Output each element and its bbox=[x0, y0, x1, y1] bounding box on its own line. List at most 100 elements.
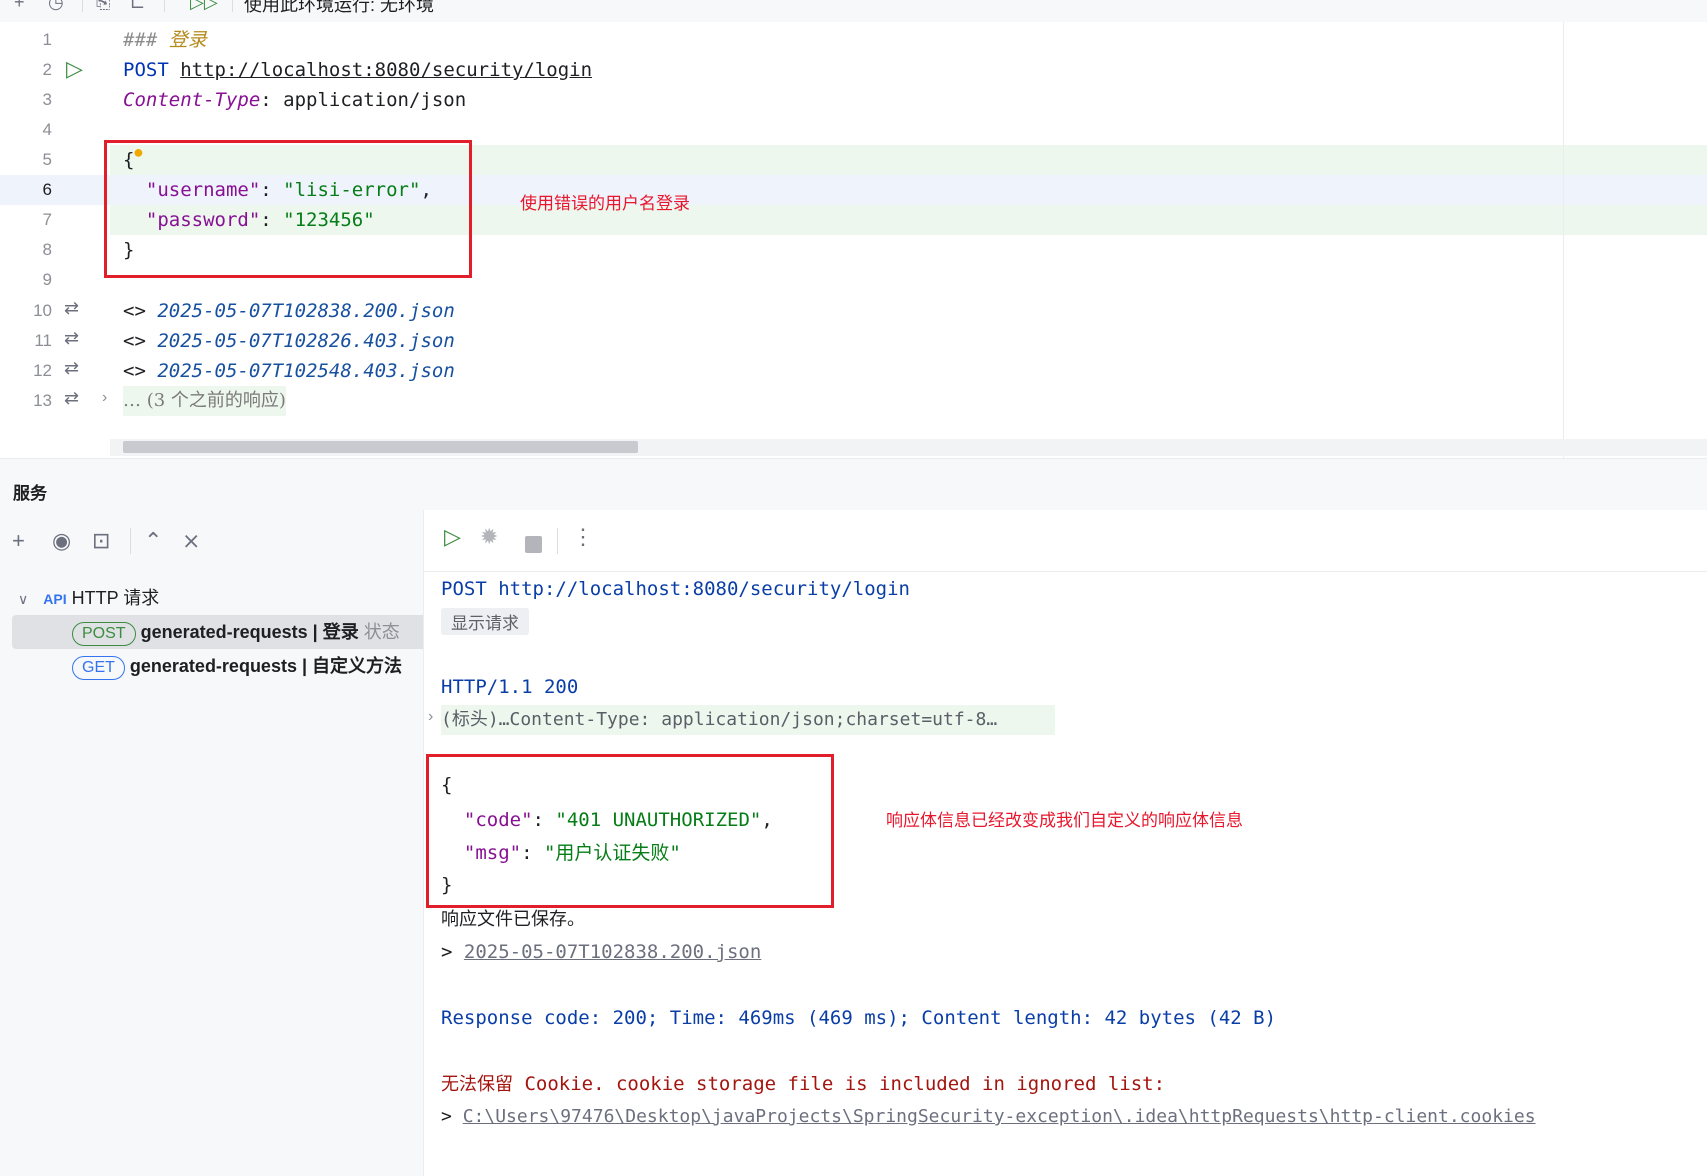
header-name: Content-Type bbox=[123, 89, 261, 111]
show-request-button[interactable]: 显示请求 bbox=[441, 608, 529, 635]
tree-item-status: 状态 bbox=[363, 622, 400, 642]
history-link[interactable]: 2025-05-07T102548.403.json bbox=[157, 360, 454, 382]
toolbar-separator bbox=[557, 528, 558, 554]
tree-item-separator: | bbox=[301, 656, 308, 676]
add-service-icon[interactable]: + bbox=[12, 528, 25, 554]
headers-line[interactable]: (标头)…Content-Type: application/json;char… bbox=[441, 705, 1055, 735]
services-tree-pane: + ◉ ⊡ ⌃ ⨯ ∨ API HTTP 请求 POST generated-r… bbox=[0, 510, 424, 1176]
tree-item-get[interactable]: GET generated-requests | 自定义方法 bbox=[72, 649, 402, 683]
services-panel-header: 服务 bbox=[0, 458, 1707, 511]
compare-response-icon[interactable]: ⇄ bbox=[64, 388, 79, 409]
services-title: 服务 bbox=[13, 484, 47, 503]
annotation-text: 响应体信息已经改变成我们自定义的响应体信息 bbox=[886, 811, 1243, 831]
tree-item-name: generated-requests bbox=[129, 656, 297, 676]
cookie-line: 无法保留 Cookie. cookie storage file is incl… bbox=[441, 1069, 1165, 1099]
code-line-3: Content-Type: application/json bbox=[123, 85, 466, 115]
chevron-right-icon[interactable]: › bbox=[102, 389, 107, 407]
tree-root[interactable]: ∨ API HTTP 请求 bbox=[18, 581, 159, 615]
export-icon[interactable]: ⊏ bbox=[130, 0, 145, 13]
line-number: 6 bbox=[42, 180, 52, 199]
status-line: HTTP/1.1 200 bbox=[441, 676, 579, 698]
saved-line: 响应文件已保存。 bbox=[441, 909, 585, 930]
line-number: 4 bbox=[42, 120, 52, 139]
request-line: POST http://localhost:8080/security/logi… bbox=[441, 578, 910, 600]
tree-item-post[interactable]: POST generated-requests | 登录 状态 bbox=[12, 615, 423, 649]
annotation-text: 使用错误的用户名登录 bbox=[520, 194, 690, 214]
history-prefix: <> bbox=[123, 360, 146, 382]
history-link[interactable]: 2025-05-07T102838.200.json bbox=[157, 300, 454, 322]
http-editor[interactable]: 1 2 3 4 5 6 7 8 9 10 11 12 13 ▷ ⇄ ⇄ ⇄ ⇄ … bbox=[0, 22, 1707, 458]
new-tab-icon[interactable]: ⊡ bbox=[92, 528, 110, 554]
api-icon: API bbox=[43, 591, 67, 607]
saved-file-line: > 2025-05-07T102838.200.json bbox=[441, 941, 762, 963]
toolbar-separator bbox=[164, 0, 165, 12]
saved-file-link[interactable]: 2025-05-07T102838.200.json bbox=[464, 941, 761, 963]
line-number: 10 bbox=[33, 301, 52, 320]
line-number: 11 bbox=[34, 331, 52, 350]
run-all-icon[interactable]: ▷▷ bbox=[190, 0, 218, 13]
history-line: <> 2025-05-07T102826.403.json bbox=[123, 326, 455, 356]
request-url[interactable]: http://localhost:8080/security/login bbox=[180, 59, 592, 81]
convert-icon[interactable]: ⎘ bbox=[96, 0, 110, 13]
tree-item-label: 登录 bbox=[322, 622, 359, 642]
collapse-all-icon[interactable]: ⨯ bbox=[182, 528, 200, 554]
tree-root-label: HTTP 请求 bbox=[71, 588, 160, 608]
run-icon[interactable]: ▷ bbox=[444, 524, 461, 550]
history-prefix: <> bbox=[123, 330, 146, 352]
line-number: 2 bbox=[42, 60, 52, 79]
more-responses[interactable]: … (3 个之前的响应) bbox=[123, 386, 286, 416]
expand-all-icon[interactable]: ⌃ bbox=[144, 528, 162, 554]
toolbar-separator bbox=[232, 0, 233, 12]
history-icon[interactable]: ◷ bbox=[48, 0, 64, 13]
stop-icon[interactable] bbox=[525, 536, 542, 553]
top-toolbar: + ◷ ⎘ ⊏ ▷▷ 使用此环境运行: 无环境 bbox=[0, 0, 1707, 23]
tree-item-separator: | bbox=[312, 622, 318, 642]
line-number: 5 bbox=[42, 150, 52, 169]
summary-line: Response code: 200; Time: 469ms (469 ms)… bbox=[441, 1007, 1277, 1029]
toolbar-separator bbox=[82, 0, 83, 12]
history-link[interactable]: 2025-05-07T102826.403.json bbox=[157, 330, 454, 352]
compare-response-icon[interactable]: ⇄ bbox=[64, 328, 79, 349]
cookie-cn: 无法保留 bbox=[441, 1074, 513, 1095]
chevron-down-icon[interactable]: ∨ bbox=[18, 591, 28, 607]
code-line-1: ### 登录 bbox=[123, 25, 207, 55]
method-badge-get: GET bbox=[72, 656, 125, 680]
tree-item-name: generated-requests bbox=[140, 622, 308, 642]
horizontal-scrollbar[interactable] bbox=[123, 441, 638, 453]
request-method: POST bbox=[123, 59, 169, 81]
history-line: <> 2025-05-07T102548.403.json bbox=[123, 356, 455, 386]
line-number: 12 bbox=[33, 361, 52, 380]
line-number: 3 bbox=[42, 90, 52, 109]
header-value: : application/json bbox=[260, 89, 467, 111]
history-line: <> 2025-05-07T102838.200.json bbox=[123, 296, 455, 326]
env-selector[interactable]: 使用此环境运行: 无环境 bbox=[244, 0, 434, 17]
more-options-icon[interactable]: ⋮ bbox=[572, 524, 594, 550]
debug-icon[interactable]: ✹ bbox=[480, 524, 498, 550]
more-responses-text: … (3 个之前的响应) bbox=[123, 390, 286, 411]
tree-item-label: 自定义方法 bbox=[312, 656, 403, 676]
annotation-box bbox=[426, 754, 834, 908]
compare-response-icon[interactable]: ⇄ bbox=[64, 358, 79, 379]
comment-marker: ### bbox=[123, 29, 158, 51]
code-line-2: POST http://localhost:8080/security/logi… bbox=[123, 55, 592, 85]
line-number: 13 bbox=[33, 391, 52, 410]
right-margin-guide bbox=[1563, 22, 1564, 458]
line-number: 9 bbox=[42, 270, 52, 289]
annotation-box bbox=[104, 140, 472, 278]
method-badge-post: POST bbox=[72, 622, 136, 646]
eye-icon[interactable]: ◉ bbox=[52, 528, 71, 554]
add-icon[interactable]: + bbox=[14, 0, 25, 13]
run-request-icon[interactable]: ▷ bbox=[66, 56, 83, 82]
tree-item-content: POST generated-requests | 登录 状态 bbox=[72, 615, 400, 649]
line-number: 7 bbox=[42, 210, 52, 229]
output-toolbar: ▷ ✹ ⋮ bbox=[424, 510, 1707, 572]
cookie-path-link[interactable]: C:\Users\97476\Desktop\javaProjects\Spri… bbox=[463, 1106, 1536, 1127]
chevron-right-icon[interactable]: › bbox=[428, 708, 433, 726]
cookie-path-line: > C:\Users\97476\Desktop\javaProjects\Sp… bbox=[441, 1106, 1536, 1127]
history-prefix: <> bbox=[123, 300, 146, 322]
toolbar-separator bbox=[130, 528, 131, 554]
comment-text: 登录 bbox=[168, 29, 207, 51]
line-number: 1 bbox=[42, 30, 52, 49]
compare-response-icon[interactable]: ⇄ bbox=[64, 298, 79, 319]
line-number: 8 bbox=[42, 240, 52, 259]
